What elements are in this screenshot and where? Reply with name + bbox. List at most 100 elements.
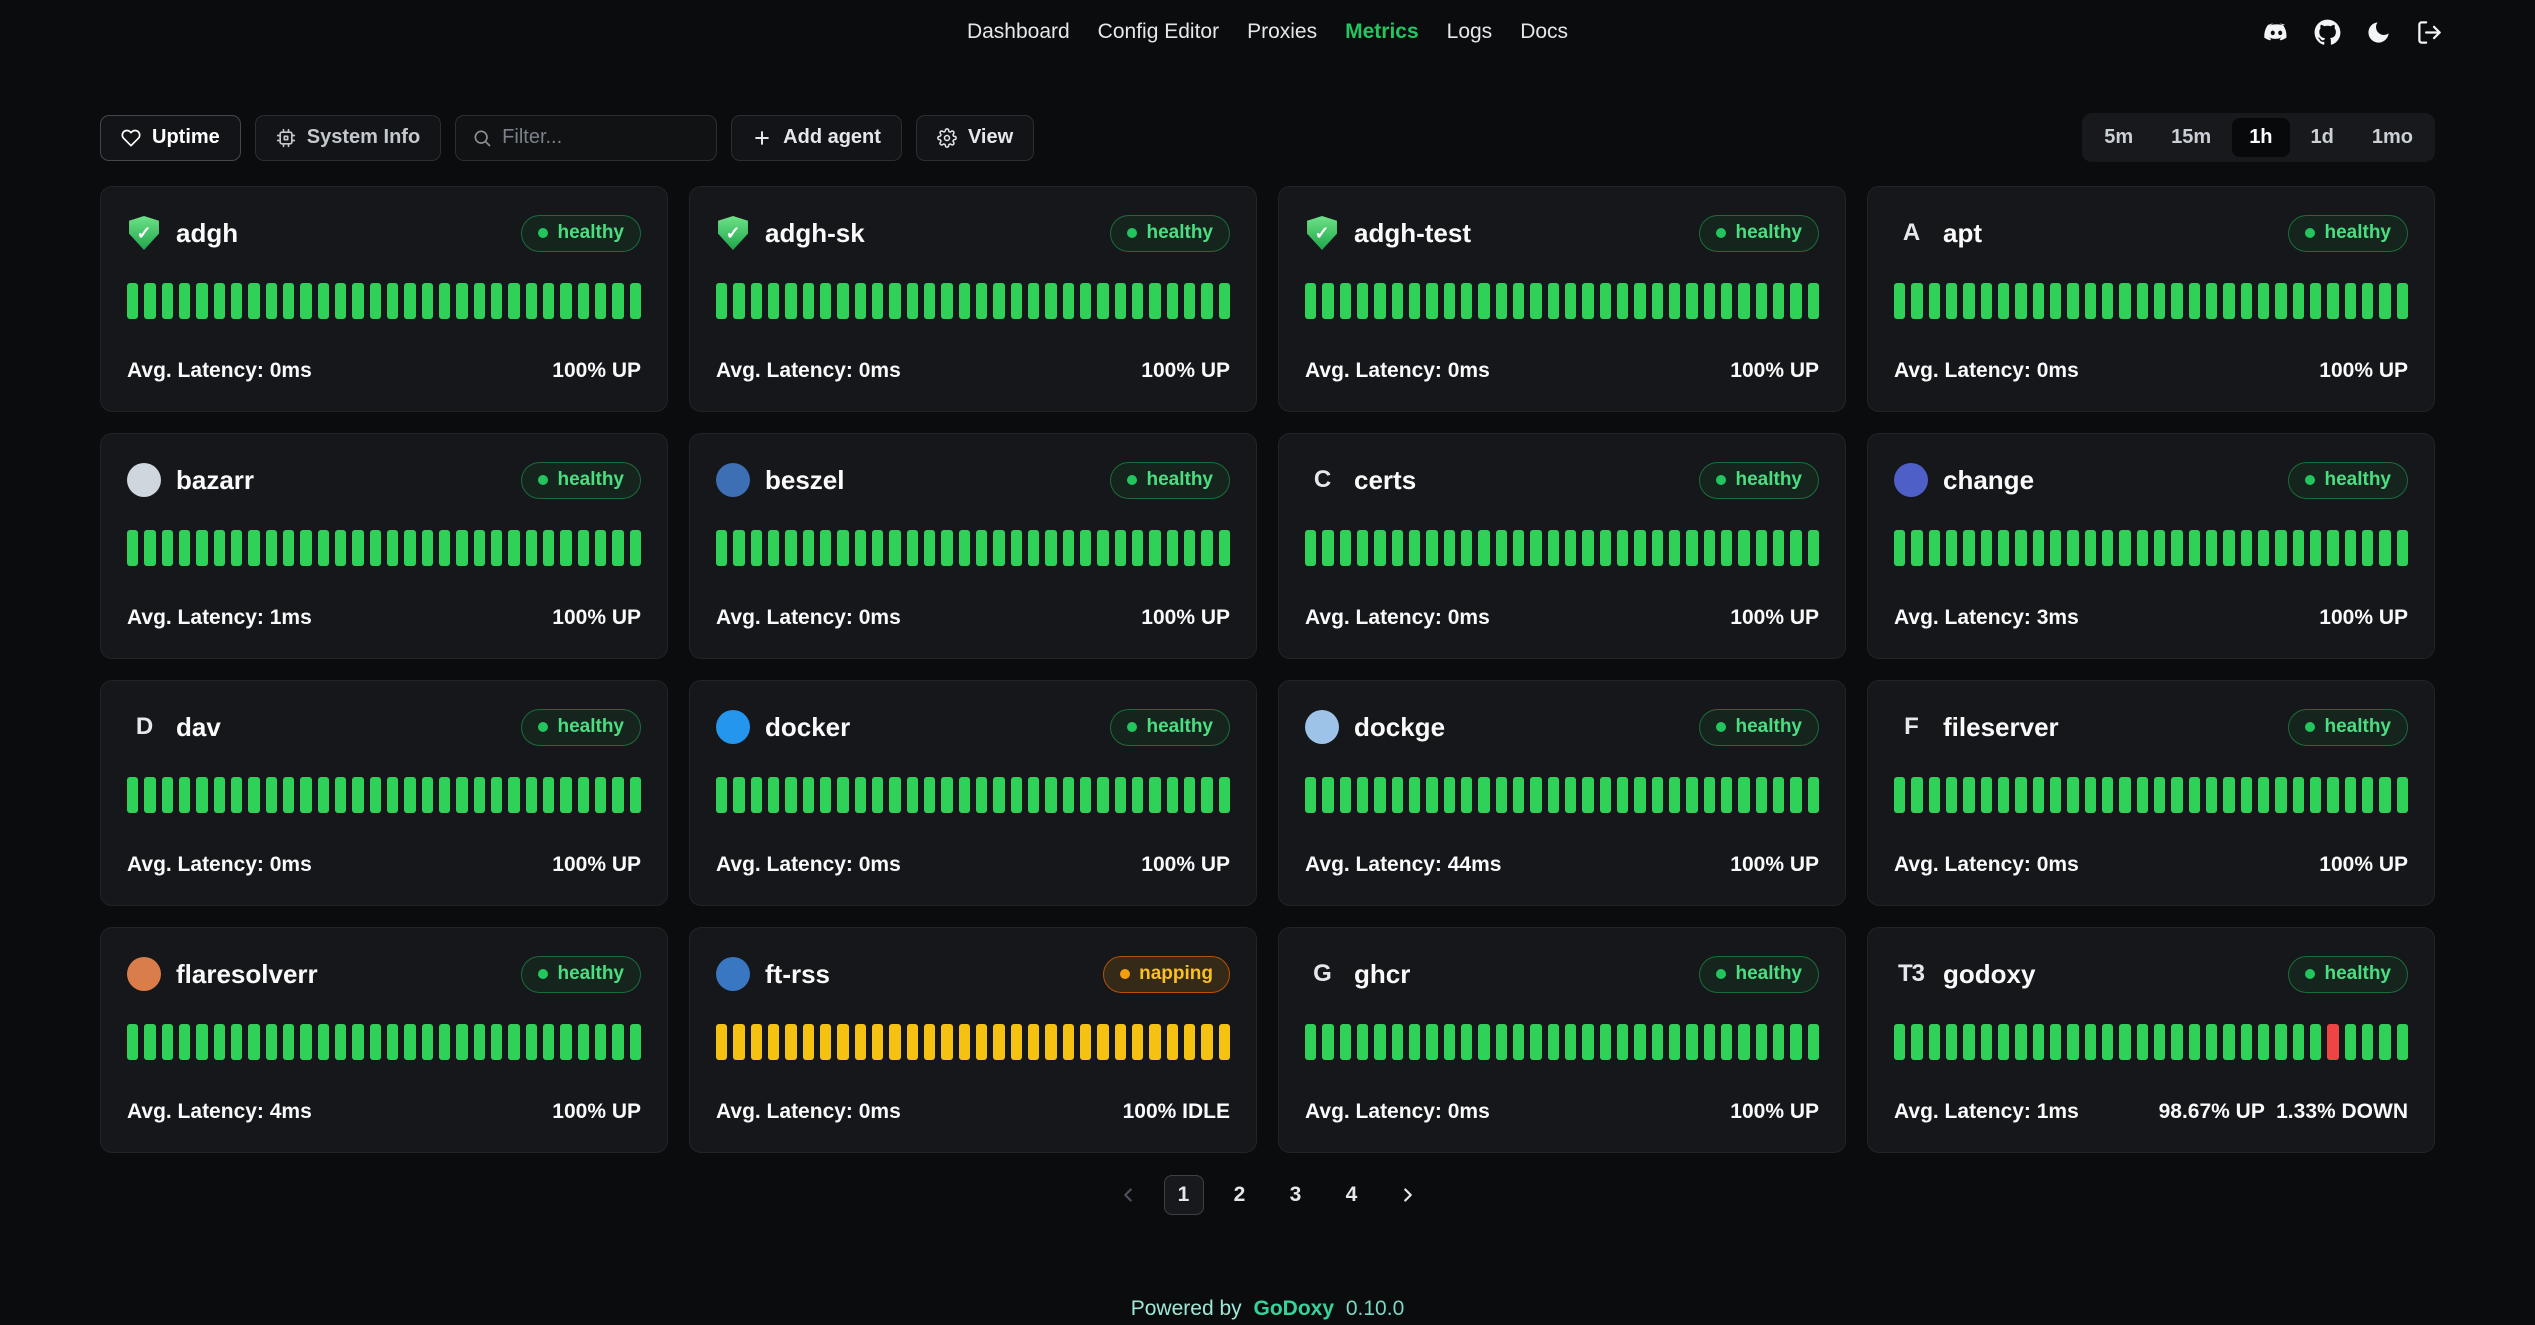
- time-range-15m[interactable]: 15m: [2154, 118, 2228, 157]
- service-card[interactable]: ✓ adgh healthy Avg. Latency: 0ms 100% UP: [100, 186, 668, 412]
- uptime-bar: [2102, 530, 2113, 566]
- service-name: certs: [1354, 465, 1416, 496]
- page-button-3[interactable]: 3: [1276, 1175, 1316, 1215]
- uptime-bar: [162, 1024, 173, 1060]
- uptime-bar: [595, 530, 606, 566]
- uptime-bar: [1478, 1024, 1489, 1060]
- uptime-tab-button[interactable]: Uptime: [100, 115, 241, 161]
- status-dot-icon: [2305, 475, 2315, 485]
- nav-item-proxies[interactable]: Proxies: [1247, 20, 1317, 44]
- uptime-bars: [1894, 530, 2408, 566]
- uptime-bar: [1548, 1024, 1559, 1060]
- time-range-5m[interactable]: 5m: [2087, 118, 2150, 157]
- status-dot-icon: [1716, 722, 1726, 732]
- uptime-bar: [526, 1024, 537, 1060]
- uptime-bar: [2033, 530, 2044, 566]
- uptime-bar: [2293, 1024, 2304, 1060]
- next-page-icon[interactable]: [1388, 1175, 1428, 1215]
- uptime-bar: [1981, 283, 1992, 319]
- uptime-bar: [1444, 283, 1455, 319]
- uptime-bar: [612, 283, 623, 319]
- service-card[interactable]: bazarr healthy Avg. Latency: 1ms 100% UP: [100, 433, 668, 659]
- logout-icon[interactable]: [2416, 19, 2443, 46]
- time-range-1mo[interactable]: 1mo: [2355, 118, 2430, 157]
- status-badge: healthy: [521, 709, 641, 746]
- service-card[interactable]: C certs healthy Avg. Latency: 0ms 100% U…: [1278, 433, 1846, 659]
- uptime-bar: [2241, 530, 2252, 566]
- uptime-bar: [1080, 1024, 1091, 1060]
- uptime-bar: [2033, 777, 2044, 813]
- uptime-bar: [1392, 530, 1403, 566]
- uptime-bar: [1600, 530, 1611, 566]
- uptime-bar: [1097, 283, 1108, 319]
- status-badge: healthy: [2288, 709, 2408, 746]
- uptime-bar: [422, 530, 433, 566]
- uptime-bar: [335, 283, 346, 319]
- page-button-4[interactable]: 4: [1332, 1175, 1372, 1215]
- service-card[interactable]: A apt healthy Avg. Latency: 0ms 100% UP: [1867, 186, 2435, 412]
- service-card[interactable]: G ghcr healthy Avg. Latency: 0ms 100% UP: [1278, 927, 1846, 1153]
- system-info-tab-button[interactable]: System Info: [255, 115, 441, 161]
- discord-icon[interactable]: [2263, 19, 2290, 46]
- filter-input[interactable]: [502, 126, 700, 149]
- uptime-bar: [1080, 777, 1091, 813]
- view-button[interactable]: View: [916, 115, 1034, 161]
- time-range-1d[interactable]: 1d: [2294, 118, 2351, 157]
- service-card[interactable]: ft-rss napping Avg. Latency: 0ms 100% ID…: [689, 927, 1257, 1153]
- card-header: beszel healthy: [716, 462, 1230, 498]
- service-card[interactable]: T3 godoxy healthy Avg. Latency: 1ms 98.6…: [1867, 927, 2435, 1153]
- service-card[interactable]: docker healthy Avg. Latency: 0ms 100% UP: [689, 680, 1257, 906]
- status-badge: healthy: [1110, 709, 1230, 746]
- uptime-bar: [1357, 777, 1368, 813]
- nav-item-dashboard[interactable]: Dashboard: [967, 20, 1070, 44]
- uptime-bar: [1444, 1024, 1455, 1060]
- status-dot-icon: [2305, 969, 2315, 979]
- previous-page-icon[interactable]: [1108, 1175, 1148, 1215]
- uptime-bar: [526, 530, 537, 566]
- add-agent-button[interactable]: Add agent: [731, 115, 902, 161]
- uptime-bar: [1721, 777, 1732, 813]
- uptime-bar: [1634, 530, 1645, 566]
- uptime-bar: [1167, 283, 1178, 319]
- nav-item-metrics[interactable]: Metrics: [1345, 20, 1419, 44]
- uptime-bar: [1773, 283, 1784, 319]
- theme-toggle-moon-icon[interactable]: [2365, 19, 2392, 46]
- uptime-bar: [2154, 530, 2165, 566]
- time-range-1h[interactable]: 1h: [2232, 118, 2289, 157]
- service-card[interactable]: dockge healthy Avg. Latency: 44ms 100% U…: [1278, 680, 1846, 906]
- service-card[interactable]: change healthy Avg. Latency: 3ms 100% UP: [1867, 433, 2435, 659]
- uptime-bar: [993, 1024, 1004, 1060]
- nav-item-config-editor[interactable]: Config Editor: [1098, 20, 1219, 44]
- page-button-1[interactable]: 1: [1164, 1175, 1204, 1215]
- nav-item-logs[interactable]: Logs: [1447, 20, 1493, 44]
- service-card[interactable]: flaresolverr healthy Avg. Latency: 4ms 1…: [100, 927, 668, 1153]
- uptime-bar: [785, 1024, 796, 1060]
- uptime-bar: [976, 1024, 987, 1060]
- uptime-bar: [1669, 283, 1680, 319]
- uptime-bar: [1911, 1024, 1922, 1060]
- service-card[interactable]: ✓ adgh-sk healthy Avg. Latency: 0ms 100%…: [689, 186, 1257, 412]
- uptime-bar: [1582, 777, 1593, 813]
- card-footer: Avg. Latency: 0ms 100% UP: [1894, 359, 2408, 383]
- uptime-bar: [924, 283, 935, 319]
- status-dot-icon: [1127, 475, 1137, 485]
- service-card[interactable]: F fileserver healthy Avg. Latency: 0ms 1…: [1867, 680, 2435, 906]
- uptime-bar: [1565, 777, 1576, 813]
- page-button-2[interactable]: 2: [1220, 1175, 1260, 1215]
- uptime-bar: [1063, 530, 1074, 566]
- service-name: flaresolverr: [176, 959, 318, 990]
- uptime-bar: [2154, 777, 2165, 813]
- godoxy-link[interactable]: GoDoxy: [1254, 1297, 1335, 1320]
- service-card[interactable]: beszel healthy Avg. Latency: 0ms 100% UP: [689, 433, 1257, 659]
- uptime-bar: [1600, 777, 1611, 813]
- uptime-bar: [2293, 283, 2304, 319]
- github-icon[interactable]: [2314, 19, 2341, 46]
- uptime-bar: [370, 1024, 381, 1060]
- nav-item-docs[interactable]: Docs: [1520, 20, 1568, 44]
- uptime-bar: [1669, 1024, 1680, 1060]
- service-card[interactable]: D dav healthy Avg. Latency: 0ms 100% UP: [100, 680, 668, 906]
- service-card[interactable]: ✓ adgh-test healthy Avg. Latency: 0ms 10…: [1278, 186, 1846, 412]
- uptime-bar: [2050, 1024, 2061, 1060]
- uptime-bar: [1617, 1024, 1628, 1060]
- uptime-bar: [1652, 777, 1663, 813]
